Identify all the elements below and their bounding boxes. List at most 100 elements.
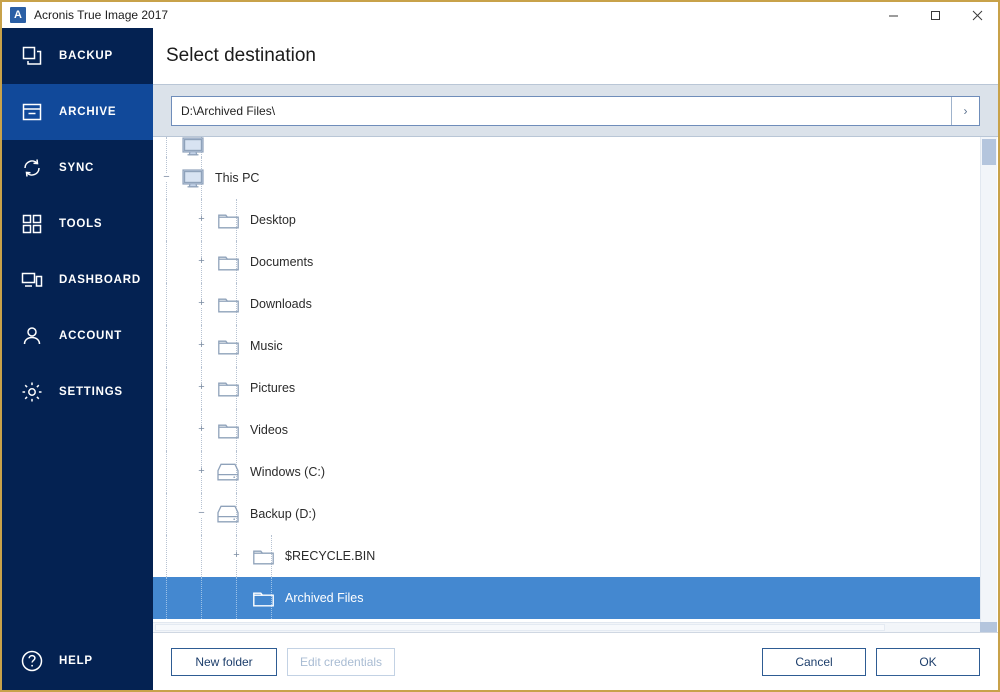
folder-icon xyxy=(216,251,240,273)
tree-item-content: Windows (C:) xyxy=(216,461,325,483)
path-bar: › xyxy=(153,84,998,137)
tree-item-label: Backup (D:) xyxy=(250,507,316,521)
tree-guide-line xyxy=(201,577,202,619)
folder-tree-viewport: − This PC + Desktop + Documents + Downloads + Mus… xyxy=(153,137,980,622)
sidebar-item-label: SYNC xyxy=(59,162,95,174)
tree-guide-line xyxy=(166,577,167,619)
dialog-footer: New folder Edit credentials Cancel OK xyxy=(153,633,998,690)
tree-item[interactable]: − Backup (D:) xyxy=(153,493,980,535)
sidebar-item-tools[interactable]: TOOLS xyxy=(2,196,153,252)
page-title: Select destination xyxy=(166,45,316,66)
tree-guide-line xyxy=(166,535,167,577)
sidebar-item-label: BACKUP xyxy=(59,50,113,62)
expand-icon[interactable]: + xyxy=(197,340,206,351)
computer-icon xyxy=(181,167,205,189)
expand-icon[interactable]: + xyxy=(197,256,206,267)
window-title: Acronis True Image 2017 xyxy=(34,8,169,22)
path-input-wrapper: › xyxy=(171,95,980,126)
expand-icon[interactable]: + xyxy=(197,466,206,477)
path-input[interactable] xyxy=(172,96,951,125)
drive-icon xyxy=(216,461,240,483)
folder-tree: − This PC + Desktop + Documents + Downloads + Mus… xyxy=(153,137,998,633)
tree-item-content: $RECYCLE.BIN xyxy=(251,545,375,567)
vertical-scrollbar[interactable] xyxy=(980,137,997,622)
tree-item[interactable]: + Desktop xyxy=(153,199,980,241)
app-logo-icon: A xyxy=(10,7,26,23)
tree-item-content xyxy=(181,137,205,157)
sidebar-item-sync[interactable]: SYNC xyxy=(2,140,153,196)
sidebar-item-account[interactable]: ACCOUNT xyxy=(2,308,153,364)
maximize-icon[interactable] xyxy=(914,2,956,28)
tree-item-content: Archived Files xyxy=(251,587,364,609)
settings-icon xyxy=(17,377,47,407)
tree-item-label: Videos xyxy=(250,423,288,437)
sidebar-item-help[interactable]: HELP xyxy=(2,632,153,690)
main-panel: Select destination › − This PC + Desktop + Do… xyxy=(153,28,998,690)
ok-button[interactable]: OK xyxy=(876,647,980,676)
folder-tree-list: − This PC + Desktop + Documents + Downloads + Mus… xyxy=(153,137,980,619)
sidebar-item-label: TOOLS xyxy=(59,218,103,230)
tree-item[interactable] xyxy=(153,137,980,157)
tree-item[interactable]: + Windows (C:) xyxy=(153,451,980,493)
new-folder-button[interactable]: New folder xyxy=(171,647,277,676)
tools-icon xyxy=(17,209,47,239)
folder-icon xyxy=(251,587,275,609)
expand-icon[interactable]: + xyxy=(197,382,206,393)
horizontal-scrollbar-thumb[interactable] xyxy=(155,624,885,631)
tree-item[interactable]: + Pictures xyxy=(153,367,980,409)
edit-credentials-button: Edit credentials xyxy=(287,647,396,676)
tree-item[interactable]: + Videos xyxy=(153,409,980,451)
help-icon xyxy=(17,646,47,676)
tree-item-content: Backup (D:) xyxy=(216,503,316,525)
drive-icon xyxy=(216,503,240,525)
tree-item-selected[interactable]: Archived Files xyxy=(153,577,980,619)
tree-item-label: Pictures xyxy=(250,381,296,395)
tree-item[interactable]: + Music xyxy=(153,325,980,367)
tree-guide-line xyxy=(166,199,167,241)
expand-icon[interactable]: + xyxy=(197,424,206,435)
sidebar-item-dashboard[interactable]: DASHBOARD xyxy=(2,252,153,308)
tree-item-content: Desktop xyxy=(216,209,296,231)
chevron-right-icon[interactable]: › xyxy=(951,96,979,125)
folder-icon xyxy=(216,209,240,231)
tree-item-label: Archived Files xyxy=(285,591,364,605)
tree-item[interactable]: + $RECYCLE.BIN xyxy=(153,535,980,577)
account-icon xyxy=(17,321,47,351)
collapse-icon[interactable]: − xyxy=(162,172,171,183)
collapse-icon[interactable]: − xyxy=(197,508,206,519)
tree-guide-line xyxy=(201,535,202,577)
tree-guide-line xyxy=(166,493,167,535)
tree-item-label: Windows (C:) xyxy=(250,465,326,479)
sidebar-item-backup[interactable]: BACKUP xyxy=(2,28,153,84)
tree-guide-line xyxy=(166,325,167,367)
sidebar-item-label: HELP xyxy=(59,655,93,667)
cancel-button[interactable]: Cancel xyxy=(762,647,866,676)
vertical-scrollbar-thumb[interactable] xyxy=(982,139,996,165)
minimize-icon[interactable] xyxy=(872,2,914,28)
tree-item[interactable]: + Documents xyxy=(153,241,980,283)
folder-icon xyxy=(251,545,275,567)
folder-icon xyxy=(216,377,240,399)
tree-item-content: This PC xyxy=(181,167,259,189)
application-window: A Acronis True Image 2017 BACKUP ARCHIVE… xyxy=(0,0,1000,692)
tree-guide-line xyxy=(166,409,167,451)
page-header: Select destination xyxy=(153,28,998,84)
tree-item[interactable]: − This PC xyxy=(153,157,980,199)
expand-icon[interactable]: + xyxy=(232,550,241,561)
close-icon[interactable] xyxy=(956,2,998,28)
tree-guide-line xyxy=(236,577,237,619)
sidebar-item-settings[interactable]: SETTINGS xyxy=(2,364,153,420)
tree-item[interactable]: + Downloads xyxy=(153,283,980,325)
sidebar-item-archive[interactable]: ARCHIVE xyxy=(2,84,153,140)
sidebar-item-label: ACCOUNT xyxy=(59,330,123,342)
tree-item-content: Documents xyxy=(216,251,313,273)
expand-icon[interactable]: + xyxy=(197,298,206,309)
tree-item-content: Pictures xyxy=(216,377,295,399)
title-bar: A Acronis True Image 2017 xyxy=(2,2,998,28)
tree-guide-line xyxy=(166,241,167,283)
scrollbar-corner xyxy=(980,622,997,632)
expand-icon[interactable]: + xyxy=(197,214,206,225)
horizontal-scrollbar[interactable] xyxy=(153,622,980,632)
tree-guide-line xyxy=(166,137,167,157)
